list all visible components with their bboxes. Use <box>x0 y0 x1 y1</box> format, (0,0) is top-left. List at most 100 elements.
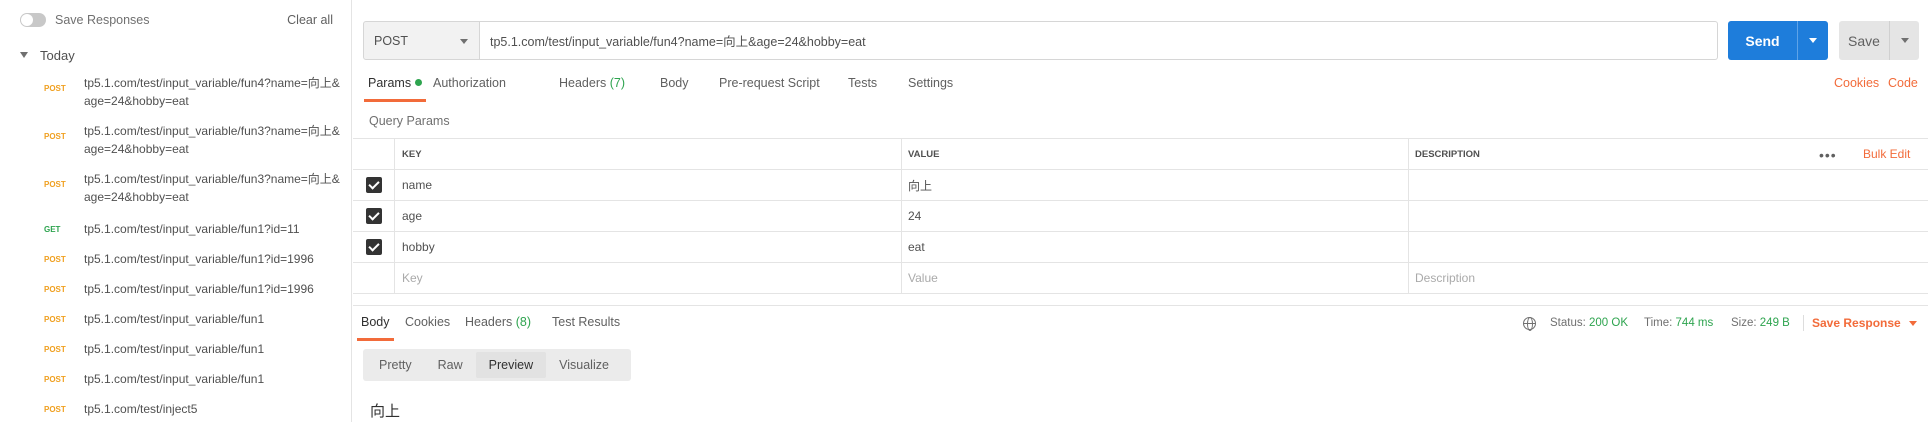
table-header-row: KEY VALUE DESCRIPTION ••• Bulk Edit <box>353 139 1928 170</box>
more-options-icon[interactable]: ••• <box>1819 147 1837 163</box>
method-value: POST <box>374 33 409 48</box>
request-bar: POST tp5.1.com/test/input_variable/fun4?… <box>363 21 1718 60</box>
time-value: 744 ms <box>1675 317 1714 329</box>
tab-label: Params <box>368 76 412 90</box>
active-dot-icon <box>415 79 423 86</box>
history-item[interactable]: POST tp5.1.com/test/inject5 <box>0 394 351 422</box>
tab-label: Headers <box>465 315 513 329</box>
checkbox[interactable] <box>365 177 382 193</box>
view-pretty[interactable]: Pretty <box>366 352 425 378</box>
size-label: Size: <box>1731 317 1757 329</box>
tab-label: Headers <box>559 76 607 90</box>
history-url: tp5.1.com/test/input_variable/fun1 <box>84 312 265 326</box>
view-visualize[interactable]: Visualize <box>546 352 622 378</box>
history-url: tp5.1.com/test/input_variable/fun3?name=… <box>84 124 340 156</box>
network-info[interactable] <box>1523 315 1536 331</box>
tab-body[interactable]: Body <box>660 76 689 102</box>
view-preview[interactable]: Preview <box>475 352 547 378</box>
panel-divider[interactable] <box>353 305 1928 306</box>
param-key[interactable]: hobby <box>394 232 901 262</box>
request-tabs: Params Authorization Headers (7) Body Pr… <box>353 76 1928 102</box>
response-tab-body[interactable]: Body <box>357 315 393 341</box>
method-badge: POST <box>44 284 66 294</box>
row-checkbox-cell <box>353 263 394 293</box>
history-group-label: Today <box>40 47 75 63</box>
checkbox[interactable] <box>365 239 382 255</box>
headers-count: (7) <box>609 76 626 90</box>
history-item[interactable]: POST tp5.1.com/test/input_variable/fun1 <box>0 364 351 394</box>
size-value: 249 B <box>1759 317 1790 329</box>
send-options-button[interactable] <box>1797 21 1828 60</box>
method-badge: POST <box>44 254 66 264</box>
param-value[interactable]: 24 <box>901 201 1408 231</box>
header-check-cell <box>353 139 394 169</box>
chevron-down-icon <box>20 52 28 58</box>
response-tabs: Body Cookies Headers (8) Test Results St… <box>353 315 1928 341</box>
tab-params[interactable]: Params <box>363 76 427 102</box>
time-info: Time: 744 ms <box>1644 315 1713 331</box>
new-description-input[interactable]: Description <box>1408 263 1928 293</box>
view-raw[interactable]: Raw <box>425 352 476 378</box>
row-checkbox-cell <box>353 232 394 262</box>
method-badge: POST <box>44 180 66 189</box>
param-value[interactable]: 向上 <box>901 170 1408 200</box>
history-url: tp5.1.com/test/input_variable/fun1?id=19… <box>84 252 314 266</box>
history-item[interactable]: GET tp5.1.com/test/input_variable/fun1?id… <box>0 214 351 244</box>
tab-headers[interactable]: Headers (7) <box>559 76 625 102</box>
send-button[interactable]: Send <box>1728 21 1828 60</box>
history-url: tp5.1.com/test/input_variable/fun3?name=… <box>84 172 340 204</box>
param-key[interactable]: age <box>394 201 901 231</box>
tab-tests[interactable]: Tests <box>848 76 877 102</box>
save-responses-toggle[interactable] <box>20 13 46 27</box>
save-options-button[interactable] <box>1889 21 1919 60</box>
tab-settings[interactable]: Settings <box>908 76 953 102</box>
bulk-edit-link[interactable]: Bulk Edit <box>1863 139 1910 169</box>
url-input[interactable]: tp5.1.com/test/input_variable/fun4?name=… <box>480 21 1718 60</box>
size-info: Size: 249 B <box>1731 315 1790 331</box>
history-item[interactable]: POST tp5.1.com/test/input_variable/fun3?n… <box>0 118 351 166</box>
method-select[interactable]: POST <box>363 21 480 60</box>
param-description[interactable] <box>1408 170 1928 200</box>
save-button[interactable]: Save <box>1839 21 1919 60</box>
chevron-down-icon <box>1908 320 1917 326</box>
row-checkbox-cell <box>353 170 394 200</box>
history-item[interactable]: POST tp5.1.com/test/input_variable/fun1 <box>0 334 351 364</box>
tab-authorization[interactable]: Authorization <box>433 76 506 102</box>
method-badge: POST <box>44 132 66 141</box>
response-tab-headers[interactable]: Headers (8) <box>465 315 531 341</box>
history-item[interactable]: POST tp5.1.com/test/input_variable/fun4?n… <box>0 70 351 118</box>
param-key[interactable]: name <box>394 170 901 200</box>
save-response-label: Save Response <box>1812 316 1901 330</box>
new-value-input[interactable]: Value <box>901 263 1408 293</box>
chevron-down-icon <box>1809 38 1817 43</box>
param-value[interactable]: eat <box>901 232 1408 262</box>
history-item[interactable]: POST tp5.1.com/test/input_variable/fun1 <box>0 304 351 334</box>
time-label: Time: <box>1644 317 1673 329</box>
history-url: tp5.1.com/test/inject5 <box>84 402 198 416</box>
code-link[interactable]: Code <box>1888 76 1918 90</box>
save-response-button[interactable]: Save Response <box>1812 315 1917 331</box>
checkbox[interactable] <box>365 208 382 224</box>
save-responses-label: Save Responses <box>55 13 150 27</box>
new-key-input[interactable]: Key <box>394 263 901 293</box>
new-param-row: Key Value Description <box>353 263 1928 294</box>
response-tab-test-results[interactable]: Test Results <box>552 315 620 341</box>
history-item[interactable]: POST tp5.1.com/test/input_variable/fun3?n… <box>0 166 351 214</box>
history-group-today[interactable]: Today <box>0 40 351 70</box>
param-description[interactable] <box>1408 232 1928 262</box>
save-label: Save <box>1848 32 1880 49</box>
method-badge: POST <box>44 404 66 414</box>
history-url: tp5.1.com/test/input_variable/fun4?name=… <box>84 76 340 108</box>
method-badge: POST <box>44 374 66 384</box>
chevron-down-icon <box>1900 38 1909 43</box>
param-description[interactable] <box>1408 201 1928 231</box>
history-url: tp5.1.com/test/input_variable/fun1?id=19… <box>84 282 314 296</box>
clear-all-button[interactable]: Clear all <box>287 13 333 27</box>
status-label: Status: <box>1550 317 1586 329</box>
response-tab-cookies[interactable]: Cookies <box>405 315 450 341</box>
history-url: tp5.1.com/test/input_variable/fun1 <box>84 342 265 356</box>
cookies-link[interactable]: Cookies <box>1834 76 1879 90</box>
tab-prerequest-script[interactable]: Pre-request Script <box>719 76 820 102</box>
history-item[interactable]: POST tp5.1.com/test/input_variable/fun1?i… <box>0 244 351 274</box>
history-item[interactable]: POST tp5.1.com/test/input_variable/fun1?i… <box>0 274 351 304</box>
